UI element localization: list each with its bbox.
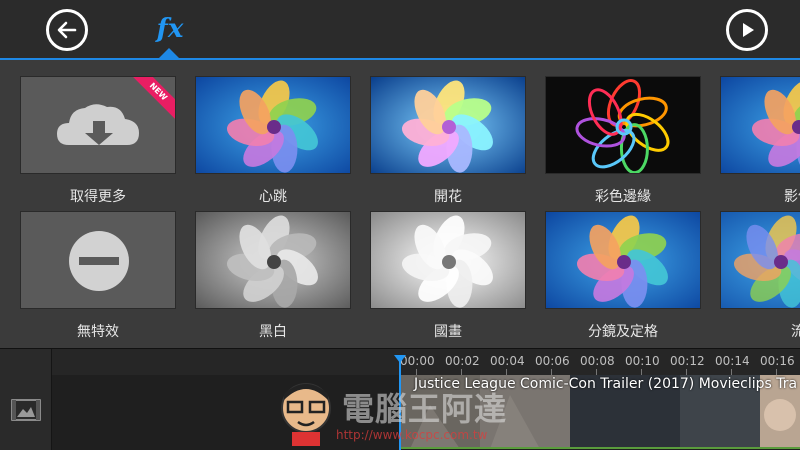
effect-label: 彩色邊緣 [595,189,651,205]
effect-thumbnail [370,76,526,174]
effect-tile[interactable]: 開花 [370,76,526,205]
effect-tile[interactable]: NEW 取得更多 [20,76,176,205]
effect-thumbnail [20,211,176,309]
playhead[interactable] [399,357,401,450]
effect-label: 黑白 [259,324,287,340]
video-editor-app: fx NEW 取得更多 心跳 開花 彩色邊緣 影像 無特效 黑白 國畫 分鏡及定格 … [0,0,800,450]
top-toolbar: fx [0,0,800,60]
effect-label: 無特效 [77,324,119,340]
effect-label: 心跳 [259,189,287,205]
effect-tile[interactable]: 流 [720,211,800,340]
tab-fx[interactable]: fx [148,4,192,54]
time-tick-label: 00:02 [445,354,480,368]
play-button[interactable] [726,9,768,51]
effect-tile[interactable]: 影像 [720,76,800,205]
effect-label: 國畫 [434,324,462,340]
pinwheel-gray-icon [196,212,350,308]
timeline-sidebar [0,349,52,450]
pinwheel-color-icon [546,212,700,308]
pinwheel-color-icon [721,77,800,173]
effect-tile[interactable]: 國畫 [370,211,526,340]
effect-label: 流 [791,324,800,340]
effect-thumbnail [195,211,351,309]
effect-label: 分鏡及定格 [588,324,658,340]
pinwheel-glow-icon [371,77,525,173]
time-tick-label: 00:00 [400,354,435,368]
back-button[interactable] [46,9,88,51]
time-tick-label: 00:16 [760,354,795,368]
effect-tile[interactable]: 分鏡及定格 [545,211,701,340]
effect-tile[interactable]: 彩色邊緣 [545,76,701,205]
effect-thumbnail [545,211,701,309]
effect-thumbnail: NEW [20,76,176,174]
effect-label: 開花 [434,189,462,205]
effect-tile[interactable]: 心跳 [195,76,351,205]
play-icon [743,23,754,37]
pinwheel-spiral-icon [721,212,800,308]
effect-tile[interactable]: 無特效 [20,211,176,340]
effect-thumbnail [720,76,800,174]
video-clip[interactable]: Justice League Comic-Con Trailer (2017) … [400,375,800,449]
pinwheel-color-icon [196,77,350,173]
effect-thumbnail [195,76,351,174]
time-tick-label: 00:06 [535,354,570,368]
effect-thumbnail [720,211,800,309]
time-tick-label: 00:10 [625,354,660,368]
effect-label: 影像 [784,189,800,205]
effect-thumbnail [545,76,701,174]
media-library-icon[interactable] [11,399,41,421]
time-tick-label: 00:08 [580,354,615,368]
effect-tile[interactable]: 黑白 [195,211,351,340]
clip-title: Justice League Comic-Con Trailer (2017) … [414,376,798,392]
pinwheel-white-icon [371,212,525,308]
pinwheel-edges-icon [546,77,700,173]
timeline-panel: 00:00 00:02 00:04 00:06 00:08 00:10 00:12 00:14… [0,348,800,450]
effects-grid: NEW 取得更多 心跳 開花 彩色邊緣 影像 無特效 黑白 國畫 分鏡及定格 流 [0,62,800,348]
time-tick-label: 00:04 [490,354,525,368]
time-ruler[interactable]: 00:00 00:02 00:04 00:06 00:08 00:10 00:12 00:14… [52,349,800,375]
no-entry-icon [21,212,175,308]
active-tab-indicator [159,48,179,58]
time-tick-label: 00:14 [715,354,750,368]
time-tick-label: 00:12 [670,354,705,368]
effect-thumbnail [370,211,526,309]
effect-label: 取得更多 [70,189,126,205]
back-arrow-icon [57,21,77,39]
